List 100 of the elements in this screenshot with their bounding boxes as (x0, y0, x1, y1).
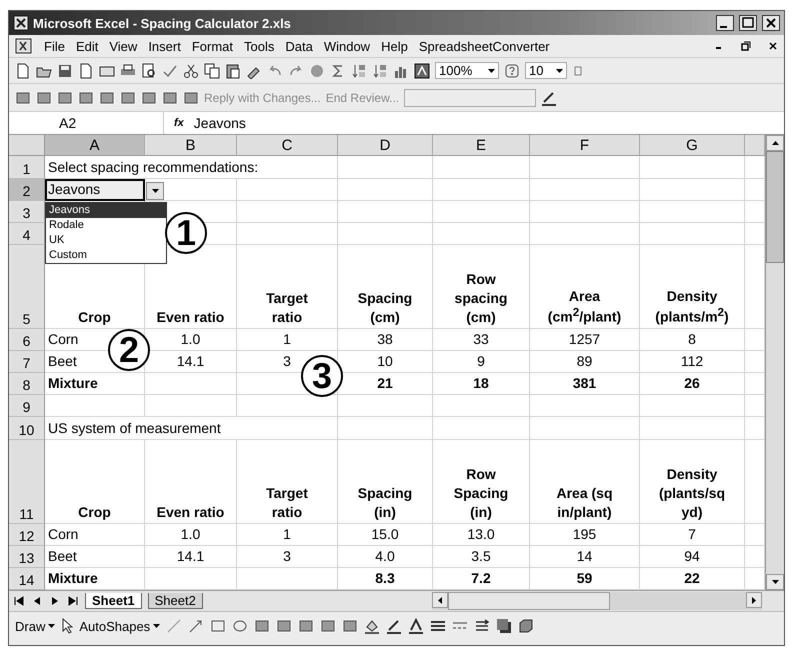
drawing-toolbar-icon[interactable] (188, 618, 204, 634)
row-header[interactable]: 6 (9, 329, 45, 351)
row-header[interactable]: 7 (9, 351, 45, 373)
maximize-icon[interactable] (739, 15, 757, 31)
row-header[interactable]: 12 (9, 524, 45, 546)
workbook-icon[interactable] (15, 38, 33, 54)
drawing-toolbar-icon[interactable] (474, 618, 490, 634)
pointer-icon[interactable] (61, 618, 74, 634)
dropdown-button[interactable] (146, 182, 164, 200)
menu-item[interactable]: Edit (76, 38, 98, 54)
caret-icon (556, 68, 563, 72)
style-field[interactable] (404, 88, 536, 106)
review-toolbar-icon[interactable] (141, 90, 157, 106)
drawing-toolbar-icon[interactable] (408, 618, 424, 634)
excel-icon (13, 15, 29, 31)
vertical-scrollbar[interactable] (765, 135, 784, 590)
table-cell: Density (plants/sq yd) (640, 440, 745, 524)
row-header[interactable]: 4 (9, 223, 45, 245)
close-icon[interactable] (762, 15, 780, 31)
row-header[interactable]: 8 (9, 373, 45, 395)
row-header[interactable]: 3 (9, 201, 45, 223)
name-box[interactable]: A2 (9, 112, 164, 134)
scroll-left-icon[interactable] (438, 596, 442, 604)
review-toolbar-icon[interactable] (162, 90, 178, 106)
toolbar-icon[interactable] (57, 62, 73, 78)
draw-menu-button[interactable]: Draw (15, 618, 56, 634)
review-toolbar-icon[interactable] (183, 90, 199, 106)
review-toolbar-icon[interactable] (15, 90, 31, 106)
menu-item[interactable]: View (109, 38, 138, 54)
review-toolbar-icon[interactable] (120, 90, 136, 106)
drawing-toolbar-icon[interactable] (496, 618, 512, 634)
toolbar-icon[interactable] (372, 62, 388, 78)
drawing-toolbar-icon[interactable] (276, 618, 292, 634)
row-header[interactable]: 5 (9, 245, 45, 329)
row-header[interactable]: 1 (9, 156, 45, 179)
scroll-down-icon[interactable] (772, 580, 778, 584)
function-label[interactable]: fx (174, 117, 184, 129)
toolbar-icon[interactable] (183, 62, 199, 78)
font-size-field[interactable]: 10 (525, 62, 567, 79)
drawing-toolbar-icon[interactable] (210, 618, 226, 634)
drawing-toolbar-icon[interactable] (364, 618, 380, 634)
pen-color-icon[interactable] (541, 90, 558, 106)
column-header[interactable]: C (237, 135, 338, 156)
drawing-toolbar-icon[interactable] (232, 618, 248, 634)
toolbar-icon[interactable] (414, 62, 430, 78)
scroll-right-icon[interactable] (752, 596, 756, 604)
restore-icon[interactable] (741, 41, 751, 51)
review-toolbar-icon[interactable] (99, 90, 115, 106)
drawing-toolbar-icon[interactable] (298, 618, 314, 634)
toolbar-icon[interactable] (351, 62, 367, 78)
column-header[interactable]: E (433, 135, 530, 156)
scrollbar-thumb[interactable] (766, 151, 784, 263)
review-toolbar-icon[interactable] (36, 90, 52, 106)
column-header[interactable]: D (338, 135, 433, 156)
drawing-toolbar-icon[interactable] (386, 618, 402, 634)
row-header[interactable]: 9 (9, 395, 45, 417)
sheet-tab[interactable]: Sheet2 (148, 593, 203, 609)
drawing-toolbar-icon[interactable] (254, 618, 270, 634)
column-header[interactable]: F (530, 135, 640, 156)
close-icon[interactable] (768, 41, 778, 51)
menu-item[interactable]: File (44, 38, 65, 54)
drawing-toolbar-icon[interactable] (342, 618, 358, 634)
toolbar-icon[interactable] (78, 62, 94, 78)
menu-item[interactable]: Window (324, 38, 370, 54)
row-header[interactable]: 11 (9, 440, 45, 524)
menu-item[interactable]: SpreadsheetConverter (418, 38, 550, 54)
menu-item[interactable]: Help (381, 38, 408, 54)
menu-item[interactable]: Format (192, 38, 233, 54)
menu-item[interactable]: Tools (244, 38, 274, 54)
toolbar-icon[interactable] (225, 62, 241, 78)
zoom-field[interactable]: 100% (435, 62, 499, 79)
review-toolbar-icon[interactable] (57, 90, 73, 106)
menu-item[interactable]: Data (285, 38, 313, 54)
horizontal-scrollbar[interactable] (432, 592, 762, 610)
column-header[interactable]: G (640, 135, 745, 156)
scroll-up-icon[interactable] (772, 141, 778, 145)
toolbar-icon[interactable] (15, 62, 31, 78)
drawing-toolbar-icon[interactable] (320, 618, 336, 634)
autoshapes-menu-button[interactable]: AutoShapes (79, 618, 160, 634)
drawing-toolbar-icon[interactable] (430, 618, 446, 634)
dropdown-option[interactable]: Rodale (46, 218, 166, 233)
toolbar-icon[interactable] (141, 62, 157, 78)
formula-field[interactable]: Jeavons (194, 115, 784, 131)
dropdown-option[interactable]: Jeavons (46, 203, 166, 218)
row-header[interactable]: 13 (9, 546, 45, 568)
minimize-icon[interactable] (716, 15, 734, 31)
drawing-toolbar-icon[interactable] (518, 618, 534, 634)
row-header[interactable]: 10 (9, 417, 45, 440)
first-sheet-icon[interactable] (13, 596, 25, 606)
column-header[interactable]: A (45, 135, 145, 156)
menu-item[interactable]: Insert (148, 38, 181, 54)
row-header[interactable]: 2 (9, 179, 45, 201)
dropdown-option[interactable]: UK (46, 233, 166, 248)
toolbar-icon[interactable] (204, 62, 220, 78)
sheet-tab[interactable]: Sheet1 (85, 593, 142, 609)
review-toolbar-icon[interactable] (78, 90, 94, 106)
help-icon[interactable] (504, 62, 520, 78)
last-sheet-icon[interactable] (67, 596, 79, 606)
column-header[interactable]: B (145, 135, 237, 156)
row-header[interactable]: 14 (9, 568, 45, 590)
